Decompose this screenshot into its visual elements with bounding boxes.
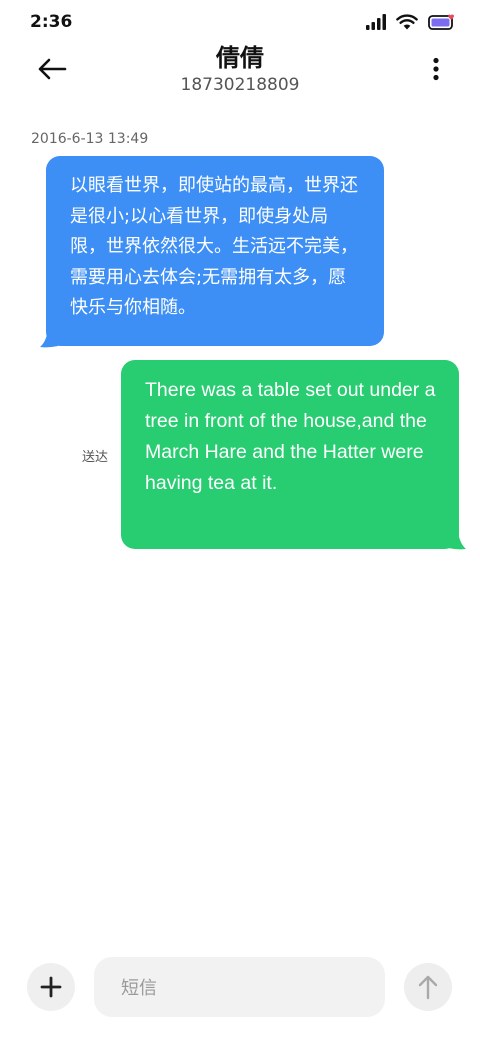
contact-name: 倩倩 (216, 44, 264, 72)
arrow-up-icon (418, 975, 438, 1000)
message-timestamp: 2016-6-13 13:49 (31, 131, 149, 147)
back-button[interactable] (34, 54, 70, 84)
delivered-status: 送达 (82, 450, 109, 465)
vertical-dots-icon (433, 57, 439, 81)
wifi-icon (396, 14, 418, 30)
send-button[interactable] (404, 963, 452, 1011)
status-time: 2:36 (30, 12, 73, 32)
arrow-left-icon (38, 58, 67, 80)
message-input[interactable]: 短信 (94, 957, 385, 1017)
incoming-message-bubble[interactable]: 以眼看世界，即使站的最高，世界还是很小;以心看世界，即使身处局限，世界依然很大。… (46, 156, 384, 346)
contact-number: 18730218809 (180, 75, 300, 95)
messaging-screen: 2:36 倩倩 18730218809 2016-6-13 13:49 以眼看世… (0, 0, 480, 1040)
conversation-header: 倩倩 18730218809 (0, 44, 480, 104)
battery-icon (428, 14, 454, 30)
status-icons (366, 13, 456, 31)
more-options-button[interactable] (426, 52, 446, 86)
add-attachment-button[interactable] (27, 963, 75, 1011)
outgoing-message-bubble[interactable]: There was a table set out under a tree i… (121, 360, 459, 549)
contact-title-block: 倩倩 18730218809 (90, 44, 390, 96)
signal-icon (366, 14, 386, 30)
status-bar: 2:36 (0, 0, 480, 44)
plus-icon (40, 976, 62, 998)
message-input-placeholder: 短信 (121, 978, 157, 999)
